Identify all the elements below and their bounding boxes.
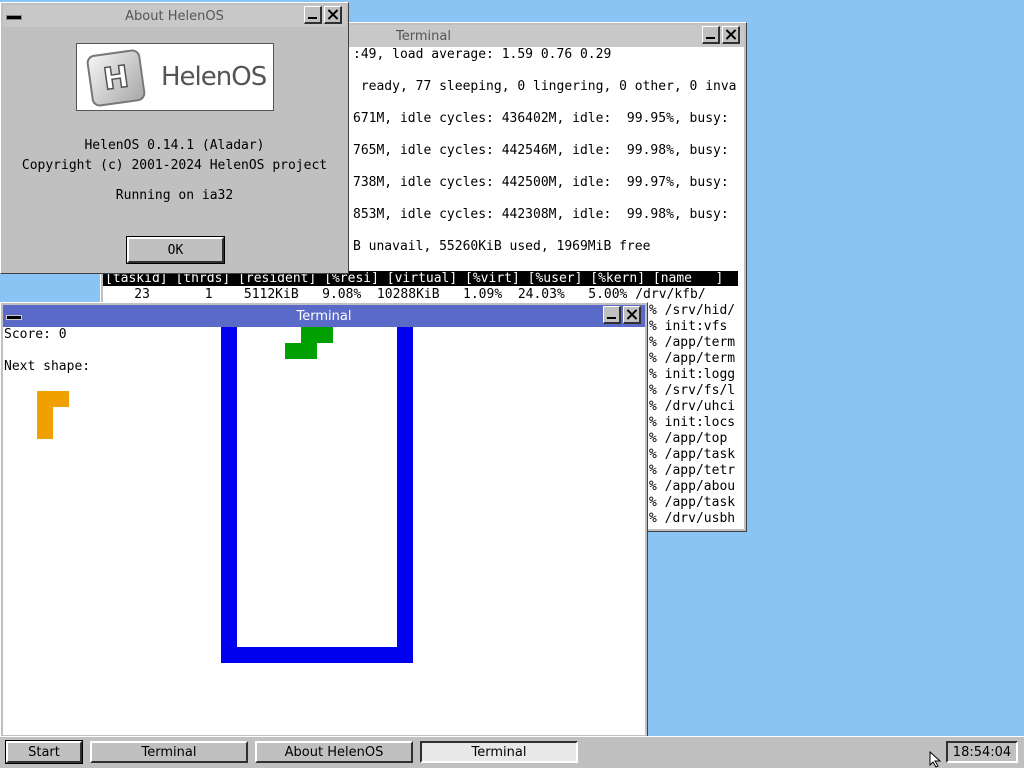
about-title: About HelenOS [125,8,224,24]
well-floor [221,647,413,663]
close-icon[interactable] [722,26,740,44]
next-shape-block [37,407,53,439]
tetris-content[interactable]: Score: 0 Next shape: [3,327,645,735]
table-row: % /drv/usbh [649,511,736,526]
copyright-text: Copyright (c) 2001-2024 HelenOS project [21,158,328,173]
taskbar: Start Terminal About HelenOS Terminal 18… [0,736,1024,768]
terminal-line: 765M, idle cycles: 442546M, idle: 99.98%… [353,143,729,158]
close-icon[interactable] [623,306,641,324]
helenos-logo-text: HelenOS [161,62,267,92]
table-row: % /app/task [649,495,736,510]
platform-text: Running on ia32 [115,188,234,203]
table-row: % /drv/uhci [649,399,736,414]
about-window[interactable]: About HelenOS H HelenOS HelenOS 0.14.1 (… [0,2,349,274]
ok-button[interactable]: OK [126,236,225,264]
falling-block [285,343,317,359]
table-row: % /app/term [649,351,736,366]
table-row: % init:vfs [649,319,728,334]
taskbar-button-terminal-active[interactable]: Terminal [420,741,578,763]
table-row: % /app/task [649,447,736,462]
system-menu-icon[interactable] [6,15,22,20]
tetris-titlebar[interactable]: Terminal [3,305,645,327]
terminal-line: B unavail, 55260KiB used, 1969MiB free [353,239,651,254]
terminal-line: 738M, idle cycles: 442500M, idle: 99.97%… [353,175,729,190]
tetris-terminal-window[interactable]: Terminal Score: 0 Next shape: [0,302,648,738]
terminal-line: 671M, idle cycles: 436402M, idle: 99.95%… [353,111,729,126]
well-left-wall [221,327,237,663]
taskbar-button-terminal[interactable]: Terminal [90,741,248,763]
helenos-logo: H HelenOS [76,43,274,111]
taskbar-button-about[interactable]: About HelenOS [255,741,413,763]
system-menu-icon[interactable] [6,315,22,320]
helenos-logo-icon: H [85,48,147,108]
well-right-wall [397,327,413,663]
table-row: % /srv/hid/ [649,303,736,318]
terminal-line: 853M, idle cycles: 442308M, idle: 99.98%… [353,207,729,222]
table-row: % /app/term [649,335,736,350]
table-row: 23 1 5112KiB 9.08% 10288KiB 1.09% 24.03%… [103,287,706,302]
minimize-icon[interactable] [702,26,720,44]
version-text: HelenOS 0.14.1 (Aladar) [84,138,265,153]
table-row: % /srv/fs/l [649,383,736,398]
tetris-title: Terminal [296,308,352,324]
terminal-line: ready, 77 sleeping, 0 lingering, 0 other… [353,79,737,94]
start-button[interactable]: Start [5,740,83,764]
next-shape-block [37,391,69,407]
close-icon[interactable] [324,6,342,24]
terminal-line: :49, load average: 1.59 0.76 0.29 [353,47,612,62]
score-label: Score: 0 [4,327,67,342]
next-shape-label: Next shape: [4,359,91,374]
minimize-icon[interactable] [304,6,322,24]
table-row: % /app/tetr [649,463,736,478]
minimize-icon[interactable] [603,306,621,324]
clock: 18:54:04 [946,741,1018,763]
table-row: % /app/top [649,431,728,446]
next-shape-piece [3,391,645,462]
top-terminal-title: Terminal [396,28,451,44]
table-row: % /app/abou [649,479,736,494]
about-titlebar[interactable]: About HelenOS [3,5,346,27]
table-row: % init:logg [649,367,736,382]
tetris-well [3,327,645,663]
falling-block [301,327,333,343]
mouse-cursor-icon [929,751,942,768]
table-row: % init:locs [649,415,736,430]
